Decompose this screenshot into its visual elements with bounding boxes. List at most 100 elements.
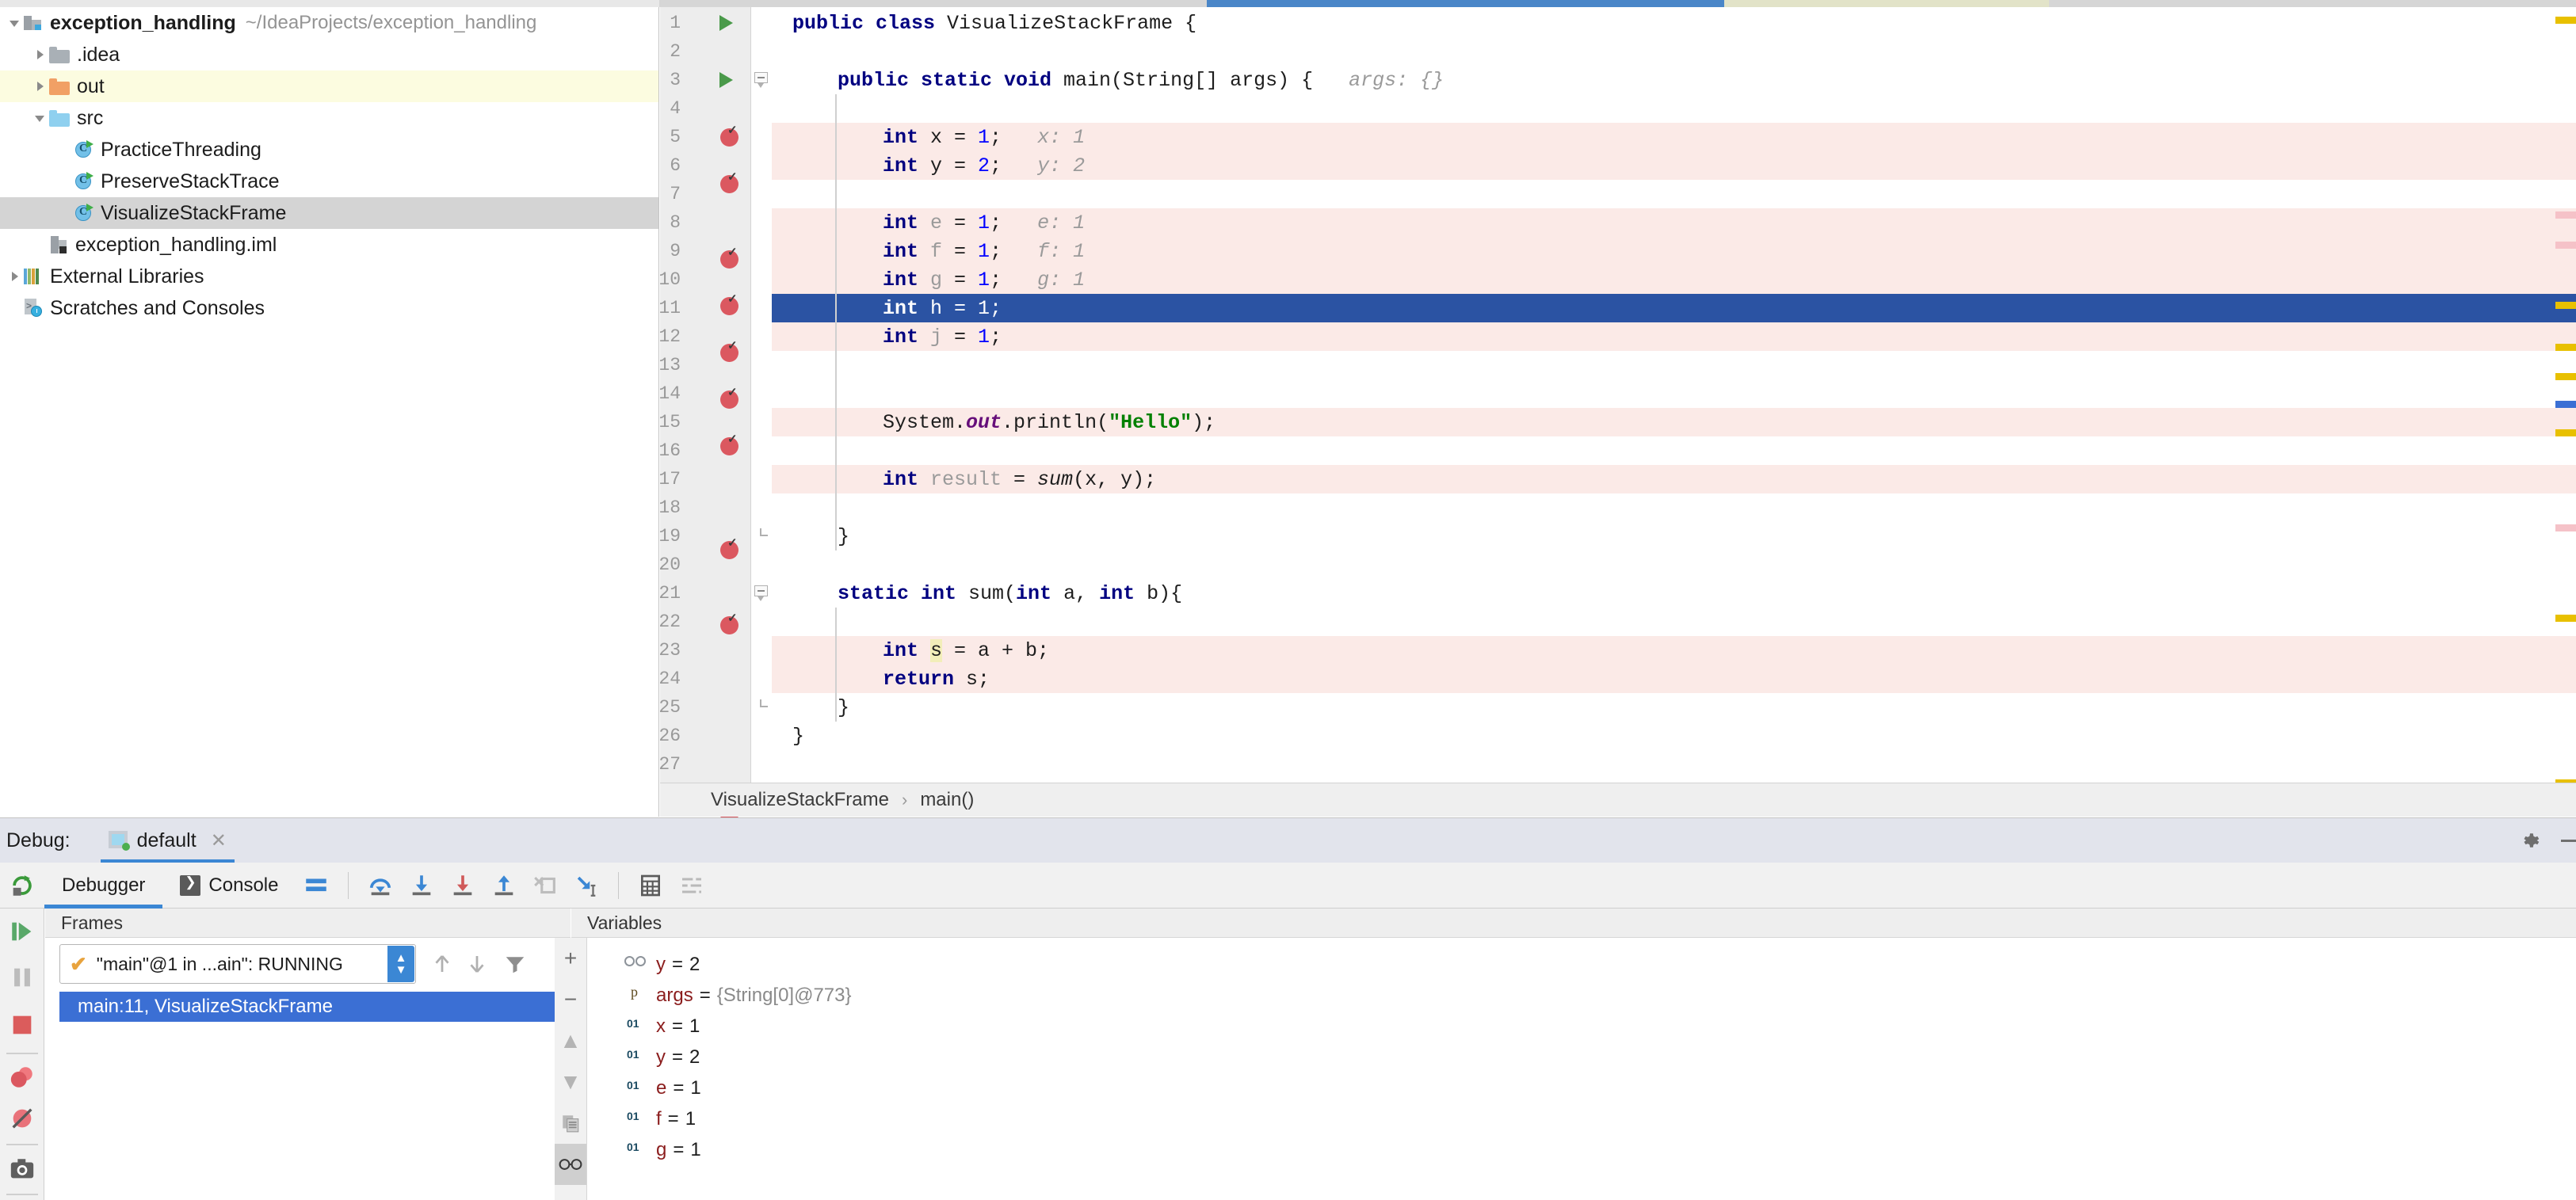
- fold-collapse-icon[interactable]: [754, 72, 769, 88]
- breakpoint-icon[interactable]: [720, 611, 738, 634]
- breakpoint-icon[interactable]: [720, 291, 738, 315]
- error-stripe-marker[interactable]: [2555, 615, 2576, 622]
- settings-button[interactable]: [671, 865, 712, 906]
- code-line-19[interactable]: }: [838, 522, 849, 550]
- tree-item-src[interactable]: src: [0, 102, 658, 134]
- thread-selector[interactable]: ✔ "main"@1 in ...ain": RUNNING ▲ ▼: [59, 944, 416, 984]
- stack-frame-row[interactable]: main:11, VisualizeStackFrame: [59, 992, 585, 1022]
- code-line-9[interactable]: int f = 1; f: 1: [883, 237, 1085, 265]
- error-stripe-marker[interactable]: [2555, 429, 2576, 436]
- tree-item-preservestacktrace[interactable]: C PreserveStackTrace: [0, 166, 658, 197]
- step-over-button[interactable]: [360, 865, 401, 906]
- close-icon[interactable]: ✕: [211, 829, 227, 852]
- code-text-area[interactable]: public class VisualizeStackFrame { public…: [772, 7, 2576, 817]
- code-line-24[interactable]: return s;: [883, 665, 990, 693]
- variable-row[interactable]: g = 1: [587, 1134, 2576, 1165]
- error-stripe-marker[interactable]: [2555, 373, 2576, 380]
- breakpoint-icon[interactable]: [720, 123, 738, 147]
- code-line-15[interactable]: System. out .println("Hello");: [883, 408, 1215, 436]
- code-line-11[interactable]: int h = 1;: [883, 294, 1002, 322]
- error-stripe-marker[interactable]: [2555, 344, 2576, 351]
- force-step-into-button[interactable]: [442, 865, 483, 906]
- breakpoint-icon[interactable]: [720, 385, 738, 409]
- breakpoint-icon[interactable]: [720, 245, 738, 269]
- error-stripe-marker[interactable]: [2555, 17, 2576, 24]
- breakpoint-icon[interactable]: [720, 338, 738, 362]
- add-watch-button[interactable]: +: [555, 938, 586, 979]
- expand-arrow-icon[interactable]: [6, 268, 24, 285]
- debug-session-tab-default[interactable]: default ✕: [100, 818, 235, 863]
- error-stripe-marker-bar[interactable]: [2555, 7, 2576, 817]
- breakpoint-icon[interactable]: [720, 535, 738, 559]
- drop-frame-button[interactable]: [525, 865, 566, 906]
- camera-icon[interactable]: [9, 1156, 36, 1187]
- code-line-12[interactable]: int j = 1;: [883, 322, 1002, 351]
- code-line-1[interactable]: public class VisualizeStackFrame {: [792, 9, 1196, 37]
- frame-down-button[interactable]: [465, 952, 489, 980]
- code-line-3[interactable]: public static void main(String[] args) {…: [838, 66, 1444, 94]
- evaluate-expression-button[interactable]: [630, 865, 671, 906]
- tree-item-idea[interactable]: .idea: [0, 39, 658, 70]
- breakpoint-icon[interactable]: [720, 170, 738, 193]
- minimize-icon[interactable]: [2561, 840, 2576, 842]
- filter-icon[interactable]: [503, 952, 527, 980]
- project-tool-window[interactable]: exception_handling ~/IdeaProjects/excepti…: [0, 7, 659, 817]
- breakpoint-icon[interactable]: [720, 432, 738, 455]
- tab-debugger[interactable]: Debugger: [44, 863, 163, 909]
- copy-value-button[interactable]: [555, 1103, 586, 1144]
- tree-item-exception-handling[interactable]: exception_handling ~/IdeaProjects/excepti…: [0, 7, 658, 39]
- code-line-17[interactable]: int result = sum (x, y);: [883, 465, 1156, 493]
- code-line-6[interactable]: int y = 2; y: 2: [883, 151, 1085, 180]
- fold-collapse-icon[interactable]: [754, 585, 769, 601]
- variable-row[interactable]: y = 2: [587, 949, 2576, 980]
- editor-fold-gutter[interactable]: [752, 7, 772, 817]
- variable-row[interactable]: y = 2: [587, 1042, 2576, 1072]
- variable-row[interactable]: e = 1: [587, 1072, 2576, 1103]
- tree-item-practicethreading[interactable]: C PracticeThreading: [0, 134, 658, 166]
- tree-item-exception-handling-iml[interactable]: exception_handling.iml: [0, 229, 658, 261]
- rerun-button[interactable]: [0, 863, 44, 909]
- error-stripe-marker[interactable]: [2555, 401, 2576, 408]
- run-to-cursor-button[interactable]: [566, 865, 607, 906]
- show-execution-point-button[interactable]: [296, 865, 337, 906]
- toggle-watches-button[interactable]: [555, 1144, 586, 1185]
- code-editor[interactable]: 1234567891011121314151617181920212223242…: [658, 7, 2576, 870]
- tab-console[interactable]: Console: [162, 863, 296, 909]
- code-line-23[interactable]: int s = a + b;: [883, 636, 1049, 665]
- remove-watch-button[interactable]: −: [555, 979, 586, 1020]
- step-out-button[interactable]: [483, 865, 525, 906]
- variables-panel[interactable]: y = 2 args = {String[0]@773} x = 1 y = 2 e = 1 f = 1 g = 1: [586, 938, 2576, 1200]
- code-line-8[interactable]: int e = 1; e: 1: [883, 208, 1085, 237]
- code-line-21[interactable]: static int sum(int a, int b){: [838, 579, 1182, 608]
- error-stripe-marker[interactable]: [2555, 211, 2576, 219]
- move-watch-down-button[interactable]: ▼: [555, 1061, 586, 1103]
- tree-item-scratches-and-consoles[interactable]: > Scratches and Consoles: [0, 292, 658, 324]
- editor-gutter[interactable]: 1234567891011121314151617181920212223242…: [658, 7, 751, 870]
- error-stripe-marker[interactable]: [2555, 524, 2576, 531]
- variable-row[interactable]: f = 1: [587, 1103, 2576, 1134]
- expand-arrow-icon[interactable]: [32, 46, 49, 63]
- step-into-button[interactable]: [401, 865, 442, 906]
- error-stripe-marker[interactable]: [2555, 302, 2576, 309]
- resume-program-button[interactable]: [9, 918, 36, 949]
- collapse-arrow-icon[interactable]: [6, 14, 24, 32]
- run-gutter-icon[interactable]: [719, 15, 733, 31]
- view-breakpoints-button[interactable]: [9, 1064, 36, 1095]
- code-line-26[interactable]: }: [792, 722, 804, 750]
- gear-icon[interactable]: [2518, 829, 2542, 852]
- variable-row[interactable]: x = 1: [587, 1011, 2576, 1042]
- run-gutter-icon[interactable]: [719, 72, 733, 88]
- code-line-25[interactable]: }: [838, 693, 849, 722]
- mute-breakpoints-button[interactable]: [9, 1105, 36, 1136]
- breadcrumb-class[interactable]: VisualizeStackFrame: [711, 789, 889, 811]
- code-line-10[interactable]: int g = 1; g: 1: [883, 265, 1085, 294]
- tree-item-out[interactable]: out: [0, 70, 658, 102]
- variable-row[interactable]: args = {String[0]@773}: [587, 980, 2576, 1011]
- breadcrumb-method[interactable]: main(): [920, 789, 974, 811]
- collapse-arrow-icon[interactable]: [32, 109, 49, 127]
- pause-program-button[interactable]: [9, 964, 36, 995]
- fold-end-icon[interactable]: [754, 528, 769, 544]
- tree-item-visualizestackframe[interactable]: C VisualizeStackFrame: [0, 197, 658, 229]
- expand-arrow-icon[interactable]: [32, 78, 49, 95]
- frames-panel[interactable]: ✔ "main"@1 in ...ain": RUNNING ▲ ▼ main:1…: [45, 938, 585, 1200]
